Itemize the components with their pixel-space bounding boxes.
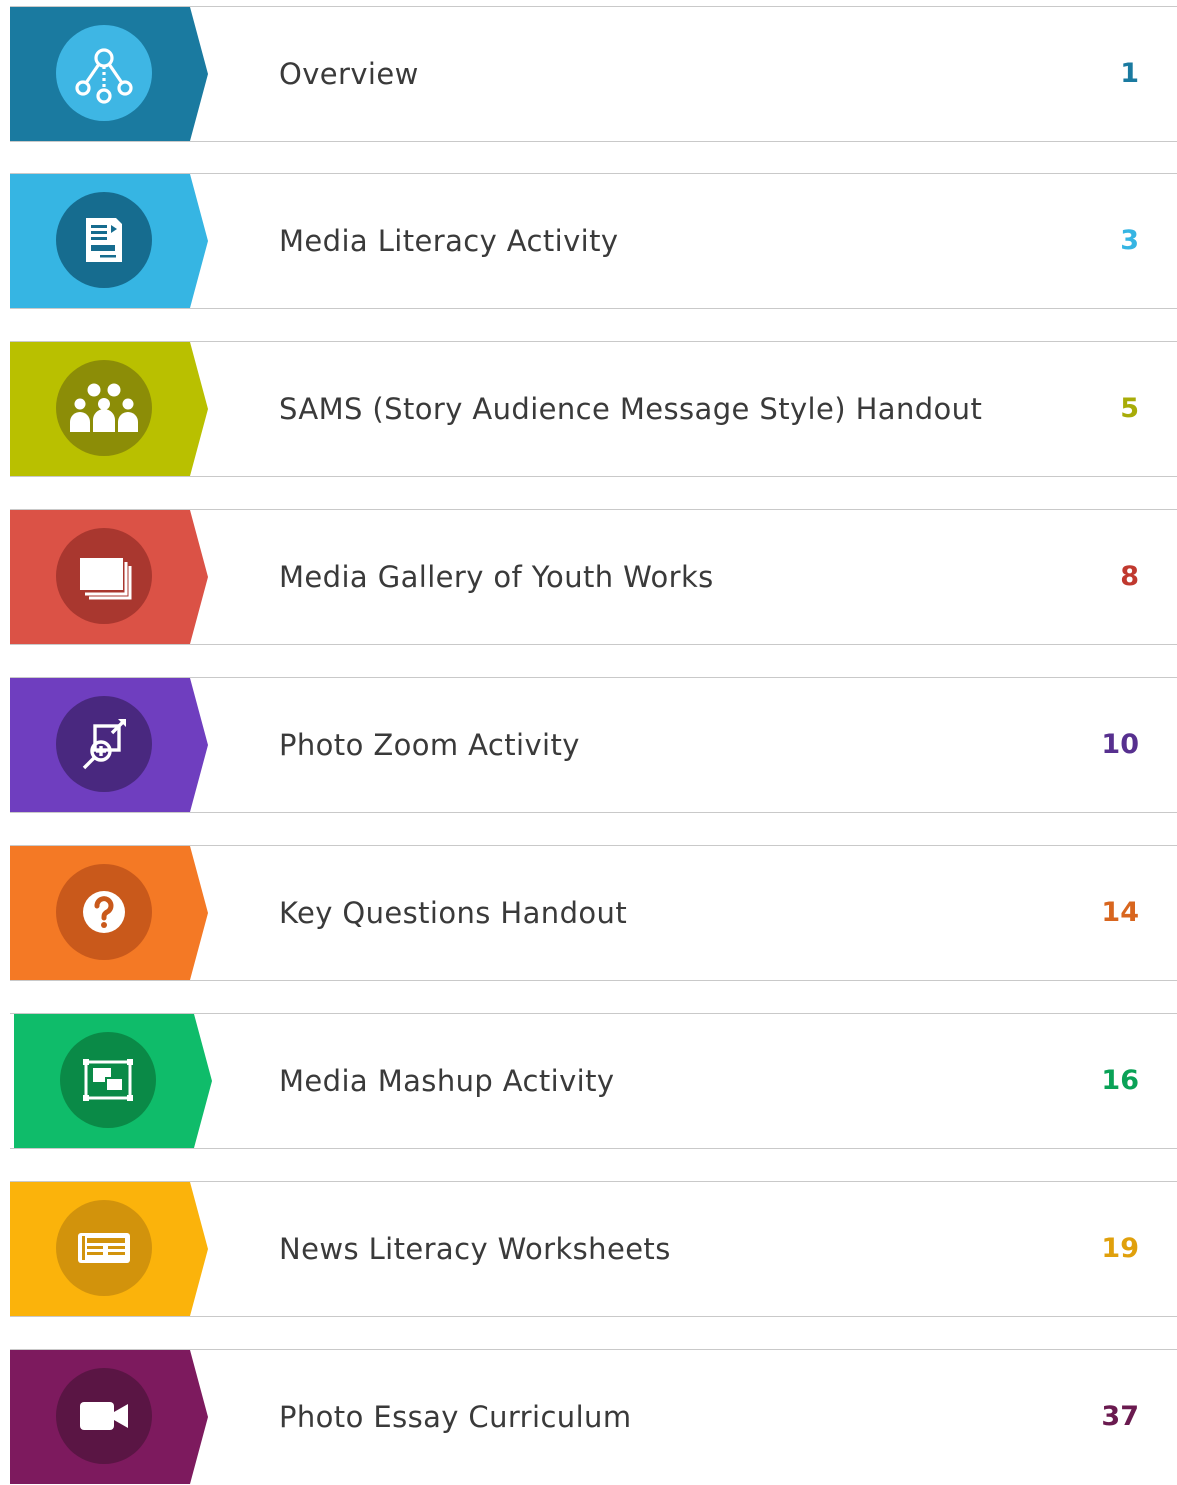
divider xyxy=(10,308,1177,309)
toc-row-media-gallery[interactable]: Media Gallery of Youth Works 8 xyxy=(0,509,1177,645)
toc-title: News Literacy Worksheets xyxy=(279,1232,671,1266)
toc-title: SAMS (Story Audience Message Style) Hand… xyxy=(279,392,983,426)
toc-row-news-literacy[interactable]: News Literacy Worksheets 19 xyxy=(0,1181,1177,1317)
divider xyxy=(10,1316,1177,1317)
divider xyxy=(10,6,1177,7)
toc-row-media-literacy-activity[interactable]: Media Literacy Activity 3 xyxy=(0,173,1177,309)
toc-page-number: 8 xyxy=(1120,561,1139,592)
toc-page-number: 10 xyxy=(1101,729,1139,760)
toc-title: Media Literacy Activity xyxy=(279,224,619,258)
divider xyxy=(10,980,1177,981)
table-of-contents: Overview 1 Media Literacy Activity 3 SAM… xyxy=(0,0,1177,1485)
mashup-icon xyxy=(83,1059,133,1101)
icon-circle xyxy=(60,1032,156,1128)
toc-title: Media Gallery of Youth Works xyxy=(279,560,714,594)
icon-circle xyxy=(56,696,152,792)
icon-circle xyxy=(56,864,152,960)
icon-circle xyxy=(56,1368,152,1464)
toc-page-number: 1 xyxy=(1120,58,1139,89)
toc-title: Photo Zoom Activity xyxy=(279,728,580,762)
icon-circle xyxy=(56,25,152,121)
toc-page-number: 14 xyxy=(1101,897,1139,928)
toc-title: Key Questions Handout xyxy=(279,896,628,930)
toc-page-number: 3 xyxy=(1120,225,1139,256)
toc-row-overview[interactable]: Overview 1 xyxy=(0,6,1177,142)
icon-circle xyxy=(56,192,152,288)
icon-circle xyxy=(56,1200,152,1296)
toc-row-photo-zoom[interactable]: Photo Zoom Activity 10 xyxy=(0,677,1177,813)
toc-title: Overview xyxy=(279,57,419,91)
zoom-icon xyxy=(82,719,126,770)
audience-icon xyxy=(70,383,138,432)
gallery-icon xyxy=(80,558,132,600)
toc-page-number: 19 xyxy=(1101,1233,1139,1264)
divider xyxy=(10,644,1177,645)
icon-circle xyxy=(56,360,152,456)
toc-row-photo-essay[interactable]: Photo Essay Curriculum 37 xyxy=(0,1349,1177,1485)
divider xyxy=(10,476,1177,477)
divider xyxy=(10,812,1177,813)
document-icon xyxy=(86,218,122,262)
network-icon xyxy=(75,48,133,104)
divider xyxy=(10,677,1177,678)
video-camera-icon xyxy=(80,1402,128,1430)
toc-row-sams-handout[interactable]: SAMS (Story Audience Message Style) Hand… xyxy=(0,341,1177,477)
question-icon xyxy=(83,891,125,933)
divider xyxy=(10,141,1177,142)
toc-page-number: 5 xyxy=(1120,393,1139,424)
toc-page-number: 37 xyxy=(1101,1401,1139,1432)
toc-title: Media Mashup Activity xyxy=(279,1064,615,1098)
divider xyxy=(10,1148,1177,1149)
newspaper-icon xyxy=(78,1233,130,1263)
toc-page-number: 16 xyxy=(1101,1065,1139,1096)
icon-circle xyxy=(56,528,152,624)
toc-row-media-mashup[interactable]: Media Mashup Activity 16 xyxy=(0,1013,1177,1149)
toc-title: Photo Essay Curriculum xyxy=(279,1400,632,1434)
toc-row-key-questions[interactable]: Key Questions Handout 14 xyxy=(0,845,1177,981)
